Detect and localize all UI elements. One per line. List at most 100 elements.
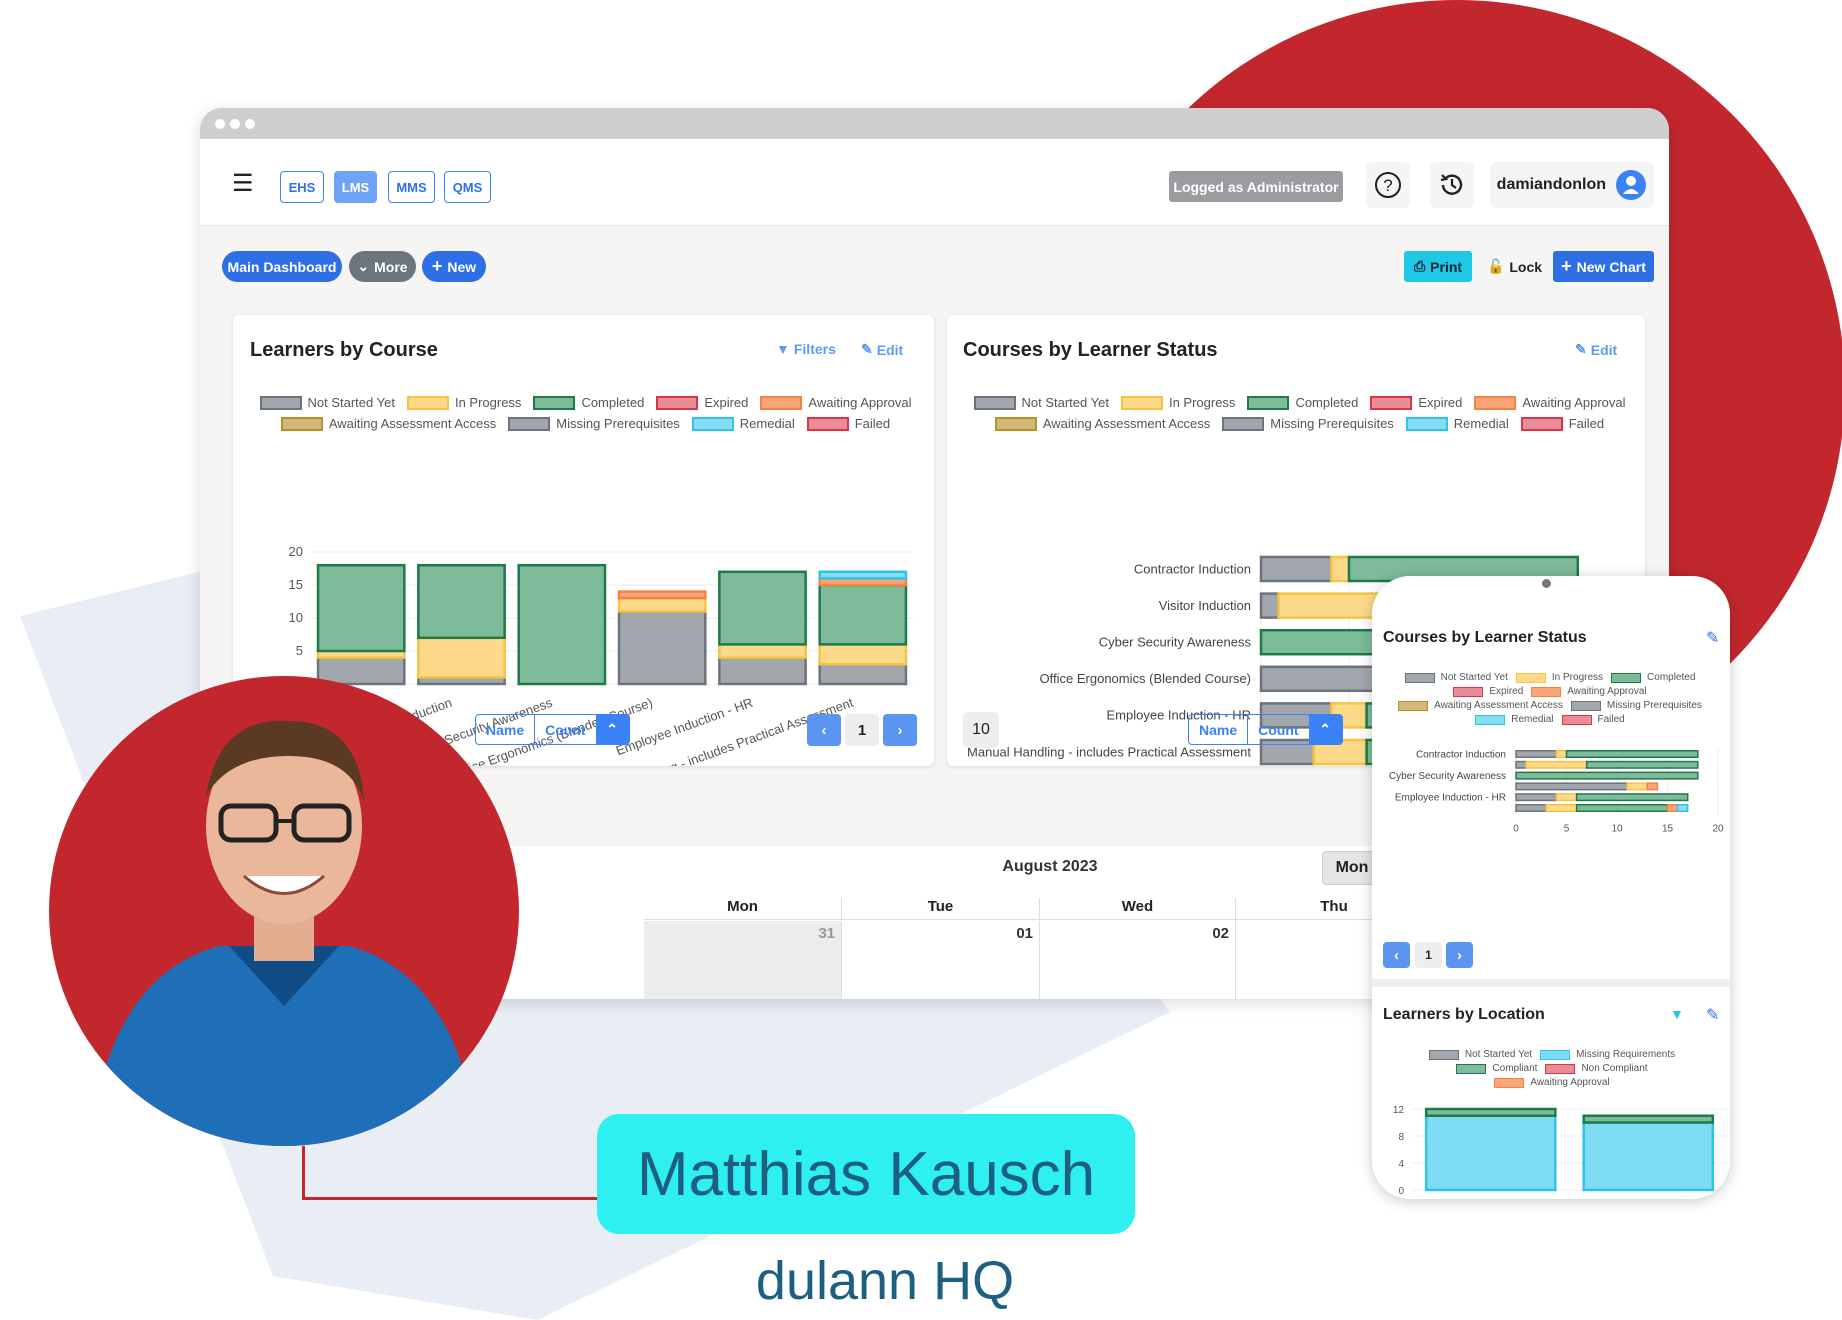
- legend-swatch: [1545, 1063, 1576, 1074]
- window-dot: [245, 119, 255, 129]
- bar-segment: [1582, 1114, 1715, 1124]
- legend-swatch: [1494, 1077, 1525, 1088]
- legend-item[interactable]: Compliant: [1456, 1063, 1537, 1074]
- module-tab-mms[interactable]: MMS: [388, 171, 435, 203]
- y-tick-label: 12: [1393, 1105, 1405, 1116]
- bar-segment: [417, 636, 506, 679]
- y-tick-label: Employee Induction - HR: [1395, 793, 1506, 804]
- y-tick-label: 5: [296, 643, 303, 658]
- new-label: New: [447, 258, 477, 275]
- bar-segment: [1626, 782, 1649, 791]
- chart-legend: Not Started Yet Missing Requirements Compl…: [1402, 1049, 1702, 1088]
- calendar-day-cell[interactable]: 01: [841, 921, 1039, 999]
- bar-segment: [1666, 804, 1679, 812]
- bar-segment: [818, 570, 908, 580]
- company-name: dulann HQ: [755, 1251, 1015, 1311]
- sort-toggle: Name Count ⌃: [1188, 714, 1343, 745]
- y-tick-label: Cyber Security Awareness: [1389, 771, 1506, 782]
- mobile-courses-chart: 0 5 10 15 20 Contractor Induction Cyber Securi…: [1389, 748, 1724, 834]
- new-button[interactable]: + New: [422, 251, 486, 282]
- legend-item[interactable]: Non Compliant: [1545, 1063, 1648, 1074]
- hamburger-menu-icon[interactable]: ☰: [232, 169, 254, 198]
- sort-direction-chevron-up-icon[interactable]: ⌃: [596, 715, 629, 744]
- bar-segment: [818, 662, 908, 686]
- y-tick-label: Visitor Induction: [1159, 598, 1251, 613]
- legend-item[interactable]: Awaiting Approval: [1494, 1077, 1610, 1088]
- sort-name-button[interactable]: Name: [1189, 715, 1249, 744]
- calendar-month-title: August 2023: [1002, 858, 1098, 875]
- lock-button[interactable]: 🔓 Lock: [1483, 251, 1546, 282]
- history-button[interactable]: [1430, 162, 1474, 208]
- logged-as-badge: Logged as Administrator: [1169, 171, 1343, 202]
- bar-segment: [718, 570, 807, 646]
- page-number[interactable]: 1: [845, 714, 879, 746]
- history-icon: [1440, 174, 1463, 195]
- legend-label: Not Started Yet: [1464, 1049, 1533, 1060]
- mobile-preview: Courses by Learner Status ✎ Not Started …: [1372, 576, 1730, 1199]
- bar-segment: [1515, 793, 1558, 802]
- sort-count-button[interactable]: Count: [1248, 715, 1310, 744]
- filter-icon[interactable]: ▼: [1670, 1006, 1684, 1022]
- unlock-icon: 🔓: [1486, 258, 1505, 274]
- bar-segment: [1525, 760, 1588, 769]
- lock-label: Lock: [1509, 258, 1543, 275]
- legend-item[interactable]: Missing Requirements: [1540, 1049, 1675, 1060]
- edit-pencil-icon[interactable]: ✎: [1706, 1005, 1719, 1025]
- new-chart-button[interactable]: + New Chart: [1553, 251, 1654, 282]
- page-number[interactable]: 1: [1415, 942, 1442, 968]
- bar-segment: [417, 563, 506, 640]
- sort-direction-chevron-up-icon[interactable]: ⌃: [1309, 715, 1342, 744]
- bar-segment: [1555, 793, 1578, 802]
- bar-segment: [818, 643, 908, 666]
- bar-segment: [1565, 750, 1699, 758]
- bar-segment: [617, 610, 707, 686]
- app-header: ☰ EHS LMS MMS QMS Logged as Administrator ?…: [200, 139, 1669, 226]
- bar-segment: [1646, 782, 1659, 791]
- calendar-day-header: Wed: [1039, 898, 1235, 920]
- plus-icon: +: [431, 256, 443, 276]
- y-tick-label: 0: [1398, 1186, 1404, 1197]
- user-menu[interactable]: damiandonlon: [1490, 162, 1654, 208]
- more-label: More: [374, 258, 408, 275]
- bar-segment: [1585, 760, 1699, 769]
- bar-segment: [617, 596, 707, 613]
- legend-label: Non Compliant: [1581, 1063, 1648, 1074]
- printer-icon: ⎙: [1413, 258, 1426, 274]
- bar-segment: [1515, 771, 1699, 780]
- x-tick-label: 0: [1513, 823, 1519, 834]
- module-tab-lms[interactable]: LMS: [334, 171, 377, 203]
- connector-line: [302, 1146, 598, 1200]
- bar-segment: [316, 563, 406, 653]
- calendar-day-cell[interactable]: 02: [1039, 921, 1235, 999]
- next-page-chevron-right-icon[interactable]: ›: [1446, 942, 1473, 968]
- sort-name-button[interactable]: Name: [476, 715, 536, 744]
- y-tick-label: 10: [289, 610, 303, 625]
- bar-segment: [1575, 804, 1669, 812]
- help-button[interactable]: ?: [1366, 162, 1410, 208]
- module-tab-qms[interactable]: QMS: [444, 171, 491, 203]
- bar-segment: [1424, 1107, 1557, 1117]
- next-page-chevron-right-icon[interactable]: ›: [883, 714, 917, 746]
- new-chart-label: New Chart: [1576, 258, 1646, 275]
- legend-item[interactable]: Not Started Yet: [1428, 1049, 1533, 1060]
- bar-segment: [1259, 555, 1333, 583]
- sort-toggle: Name Count ⌃: [475, 714, 630, 745]
- bar-segment: [1330, 555, 1351, 583]
- module-tab-ehs[interactable]: EHS: [280, 171, 324, 203]
- calendar-day-cell[interactable]: 31: [644, 921, 841, 999]
- main-dashboard-button[interactable]: Main Dashboard: [222, 251, 342, 282]
- bar-segment: [517, 563, 607, 686]
- sort-count-button[interactable]: Count: [535, 715, 597, 744]
- bar-segment: [617, 590, 707, 600]
- bar-segment: [1515, 760, 1527, 769]
- y-tick-label: Office Ergonomics (Blended Course): [1040, 671, 1251, 686]
- plus-icon: +: [1561, 256, 1572, 276]
- prev-page-chevron-left-icon[interactable]: ‹: [1383, 942, 1410, 968]
- x-tick-label: 20: [1712, 823, 1724, 834]
- legend-swatch: [1428, 1049, 1459, 1060]
- bar-segment: [1515, 804, 1548, 812]
- prev-page-chevron-left-icon[interactable]: ‹: [807, 714, 841, 746]
- page-size-select[interactable]: 10: [963, 712, 999, 748]
- print-button[interactable]: ⎙ Print: [1404, 251, 1472, 282]
- more-button[interactable]: ⌄ More: [349, 251, 416, 282]
